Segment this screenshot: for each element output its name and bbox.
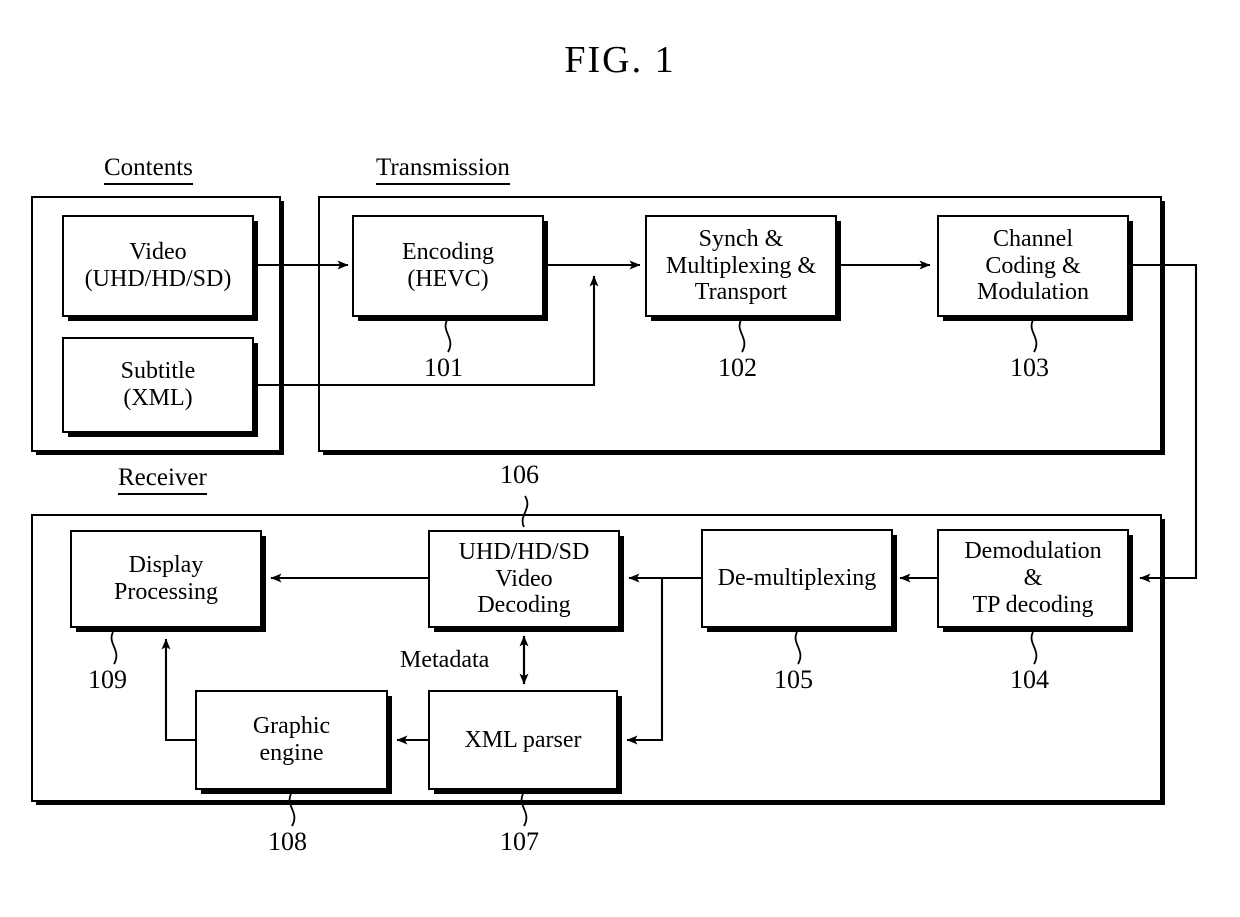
block-synch-multiplexing-transport[interactable]: Synch & Multiplexing & Transport	[645, 215, 837, 317]
block-xml-parser[interactable]: XML parser	[428, 690, 618, 790]
block-video-decoding-line1: UHD/HD/SD	[458, 538, 590, 565]
block-subtitle-source[interactable]: Subtitle (XML)	[62, 337, 254, 433]
block-channel-line1: Channel	[993, 225, 1073, 252]
block-graphic-engine-line2: engine	[259, 740, 324, 766]
ref-104: 104	[1010, 665, 1049, 694]
ref-107: 107	[500, 827, 539, 856]
block-de-multiplexing[interactable]: De-multiplexing	[701, 529, 893, 628]
ref-109: 109	[88, 665, 127, 694]
ref-102: 102	[718, 353, 757, 382]
block-encoding-line1: Encoding	[402, 239, 494, 266]
block-video-decoding-line2: Video	[495, 565, 553, 592]
block-encoding[interactable]: Encoding (HEVC)	[352, 215, 544, 317]
ref-105: 105	[774, 665, 813, 694]
block-graphic-engine[interactable]: Graphic engine	[195, 690, 388, 790]
block-display-line1: Display	[128, 552, 204, 579]
section-caption-contents: Contents	[104, 155, 193, 185]
block-video-decoding-line3: Decoding	[477, 592, 571, 619]
ref-106: 106	[500, 460, 539, 489]
block-demodulation-tp-decoding[interactable]: Demodulation & TP decoding	[937, 529, 1129, 628]
metadata-label: Metadata	[400, 647, 490, 673]
block-video-source-line2: (UHD/HD/SD)	[84, 266, 232, 292]
ref-103: 103	[1010, 353, 1049, 382]
block-subtitle-source-line2: (XML)	[123, 385, 193, 411]
ref-108: 108	[268, 827, 307, 856]
block-synch-line2: Multiplexing &	[666, 252, 816, 279]
block-demux-line1: De-multiplexing	[717, 565, 877, 592]
block-xml-parser-line1: XML parser	[464, 726, 582, 753]
patent-figure: FIG. 1 Contents Transmission Receiver Vi…	[0, 0, 1240, 917]
block-synch-line1: Synch &	[698, 225, 784, 252]
block-demod-line3: TP decoding	[972, 591, 1094, 618]
figure-title: FIG. 1	[564, 39, 676, 81]
section-caption-transmission: Transmission	[376, 155, 510, 185]
block-channel-coding-modulation[interactable]: Channel Coding & Modulation	[937, 215, 1129, 317]
block-video-source-line1: Video	[129, 239, 187, 266]
block-demod-line2: &	[1023, 565, 1043, 592]
ref-101: 101	[424, 353, 463, 382]
section-caption-receiver: Receiver	[118, 465, 207, 495]
block-synch-line3: Transport	[694, 279, 788, 306]
block-display-line2: Processing	[114, 579, 218, 605]
block-display-processing[interactable]: Display Processing	[70, 530, 262, 628]
block-subtitle-source-line1: Subtitle	[120, 358, 196, 385]
block-channel-line3: Modulation	[977, 279, 1089, 306]
block-video-source[interactable]: Video (UHD/HD/SD)	[62, 215, 254, 317]
block-channel-line2: Coding &	[985, 252, 1081, 279]
block-graphic-engine-line1: Graphic	[252, 713, 331, 740]
block-video-decoding[interactable]: UHD/HD/SD Video Decoding	[428, 530, 620, 628]
block-demod-line1: Demodulation	[964, 538, 1102, 565]
block-encoding-line2: (HEVC)	[407, 266, 489, 292]
